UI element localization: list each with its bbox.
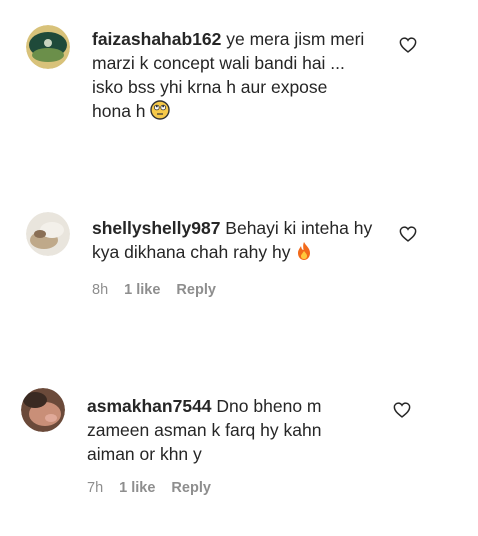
comment-username[interactable]: shellyshelly987 bbox=[92, 218, 220, 238]
rolling-eyes-emoji bbox=[150, 100, 171, 126]
comment-line: kya dikhana chah rahy hy bbox=[92, 242, 291, 262]
comment-line: ye mera jism meri bbox=[226, 29, 365, 49]
comment-time: 7h bbox=[87, 480, 104, 496]
comment-line: isko bss yhi krna h aur expose bbox=[92, 77, 328, 97]
heart-icon[interactable] bbox=[399, 226, 417, 242]
comment-line: Dno bheno m bbox=[216, 396, 322, 416]
comment-username[interactable]: faizashahab162 bbox=[92, 29, 221, 49]
like-count-link[interactable]: 1 like bbox=[119, 480, 155, 496]
reply-link[interactable]: Reply bbox=[171, 480, 211, 496]
comment-text: shellyshelly987 Behayi ki inteha hy kya … bbox=[92, 216, 372, 267]
comment-meta: 7h 1 like Reply bbox=[87, 480, 211, 496]
comment-line: Behayi ki inteha hy bbox=[225, 218, 373, 238]
heart-icon[interactable] bbox=[393, 402, 411, 418]
comment-time: 8h bbox=[92, 282, 109, 298]
heart-icon[interactable] bbox=[399, 37, 417, 53]
avatar[interactable] bbox=[26, 25, 70, 69]
fire-emoji bbox=[295, 241, 313, 267]
avatar[interactable] bbox=[26, 212, 70, 256]
comment-text: faizashahab162 ye mera jism meri marzi k… bbox=[92, 27, 364, 126]
comment-line: aiman or khn y bbox=[87, 444, 202, 464]
avatar[interactable] bbox=[21, 388, 65, 432]
reply-link[interactable]: Reply bbox=[176, 282, 216, 298]
comment-line: hona h bbox=[92, 101, 146, 121]
comment-username[interactable]: asmakhan7544 bbox=[87, 396, 212, 416]
comment-text: asmakhan7544 Dno bheno m zameen asman k … bbox=[87, 394, 322, 466]
comment-line: marzi k concept wali bandi hai ... bbox=[92, 53, 345, 73]
comment-meta: 8h 1 like Reply bbox=[92, 282, 216, 298]
like-count-link[interactable]: 1 like bbox=[124, 282, 160, 298]
comment-line: zameen asman k farq hy kahn bbox=[87, 420, 322, 440]
